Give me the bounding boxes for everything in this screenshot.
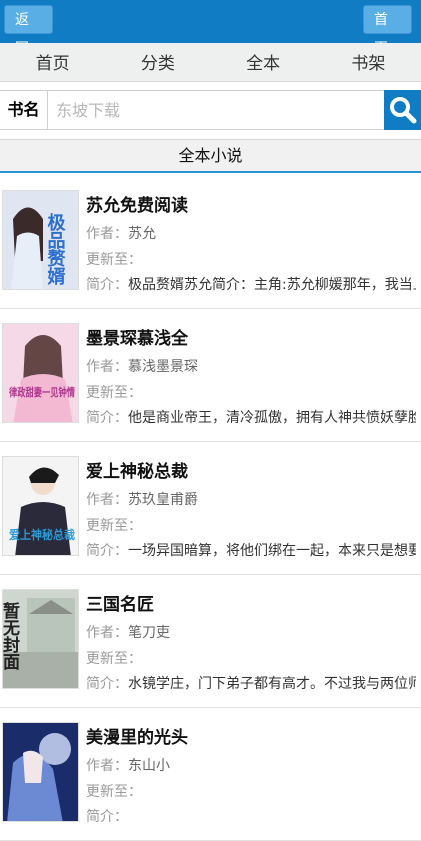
author-value: 苏允 (128, 226, 156, 242)
update-label: 更新至： (86, 784, 142, 800)
intro-value: 一场异国暗算，将他们绑在一起，本来只是想要... (128, 543, 416, 559)
author-value: 东山小 (128, 758, 170, 774)
book-update: 更新至： (86, 515, 142, 535)
book-update: 更新至： (86, 648, 142, 668)
cover-title: 爱上神秘总裁 (9, 527, 75, 542)
search-icon (390, 97, 417, 124)
intro-value: 水镜学庄，门下弟子都有高才。不过我与两位师... (128, 676, 416, 692)
book-item[interactable]: 暂无封面 三国名匠 作者：笔刀吏 更新至： 简介：水镜学庄，门下弟子都有高才。不… (0, 575, 421, 708)
book-title[interactable]: 三国名匠 (86, 590, 154, 615)
nav-item-category[interactable]: 分类 (105, 43, 210, 81)
nav-item-complete[interactable]: 全本 (211, 43, 316, 81)
book-item[interactable]: 律政甜妻一见钟情 墨景琛慕浅全 作者：慕浅墨景琛 更新至： 简介：他是商业帝王，… (0, 309, 421, 442)
book-cover[interactable]: 极品赘婿 (2, 190, 79, 290)
book-item[interactable]: 极品赘婿 苏允免费阅读 作者：苏允 更新至： 简介：极品赘婿苏允简介：主角:苏允… (0, 176, 421, 309)
author-value: 慕浅墨景琛 (128, 359, 198, 375)
author-value: 苏玖皇甫爵 (128, 492, 198, 508)
author-label: 作者： (86, 625, 128, 641)
book-author: 作者：慕浅墨景琛 (86, 356, 198, 376)
nav-item-bookshelf[interactable]: 书架 (316, 43, 421, 81)
book-author: 作者：苏允 (86, 223, 156, 243)
author-label: 作者： (86, 492, 128, 508)
search-input[interactable] (50, 91, 382, 129)
book-intro: 简介：一场异国暗算，将他们绑在一起，本来只是想要... (86, 540, 416, 560)
intro-label: 简介： (86, 809, 128, 825)
book-intro: 简介：极品赘婿苏允简介：主角:苏允柳媛那年，我当上... (86, 274, 416, 294)
author-value: 笔刀吏 (128, 625, 170, 641)
section-title: 全本小说 (0, 139, 421, 173)
book-author: 作者：苏玖皇甫爵 (86, 489, 198, 509)
update-label: 更新至： (86, 252, 142, 268)
book-update: 更新至： (86, 249, 142, 269)
intro-label: 简介： (86, 410, 128, 426)
intro-label: 简介： (86, 676, 128, 692)
home-button[interactable]: 首页 (363, 5, 412, 57)
update-label: 更新至： (86, 518, 142, 534)
book-cover[interactable]: 律政甜妻一见钟情 (2, 323, 79, 423)
book-title[interactable]: 墨景琛慕浅全 (86, 324, 188, 349)
author-label: 作者： (86, 758, 128, 774)
intro-value: 他是商业帝王，清冷孤傲，拥有人神共愤妖孽脸... (128, 410, 416, 426)
book-item[interactable]: 爱上神秘总裁 爱上神秘总裁 作者：苏玖皇甫爵 更新至： 简介：一场异国暗算，将他… (0, 442, 421, 575)
search-label: 书名 (0, 91, 48, 129)
nav-item-home[interactable]: 首页 (0, 43, 105, 81)
book-item[interactable]: 美漫里的光头 作者：东山小 更新至： 简介： (0, 708, 421, 841)
author-label: 作者： (86, 359, 128, 375)
main-nav: 首页 分类 全本 书架 (0, 43, 421, 82)
book-intro: 简介： (86, 806, 416, 826)
cover-title: 极品赘婿 (45, 213, 67, 286)
intro-value: 极品赘婿苏允简介：主角:苏允柳媛那年，我当上... (128, 277, 416, 293)
intro-label: 简介： (86, 543, 128, 559)
top-bar: 返回 首页 (0, 0, 421, 57)
author-label: 作者： (86, 226, 128, 242)
update-label: 更新至： (86, 385, 142, 401)
book-update: 更新至： (86, 382, 142, 402)
book-intro: 简介：他是商业帝王，清冷孤傲，拥有人神共愤妖孽脸... (86, 407, 416, 427)
search-bar: 书名 (0, 90, 421, 130)
cover-title: 律政甜妻一见钟情 (8, 385, 75, 399)
book-intro: 简介：水镜学庄，门下弟子都有高才。不过我与两位师... (86, 673, 416, 693)
update-label: 更新至： (86, 651, 142, 667)
book-title[interactable]: 爱上神秘总裁 (86, 457, 188, 482)
book-title[interactable]: 美漫里的光头 (86, 723, 188, 748)
book-list: 极品赘婿 苏允免费阅读 作者：苏允 更新至： 简介：极品赘婿苏允简介：主角:苏允… (0, 176, 421, 841)
book-author: 作者：东山小 (86, 755, 170, 775)
cover-title: 暂无封面 (3, 601, 21, 671)
search-button[interactable] (384, 90, 421, 130)
intro-label: 简介： (86, 277, 128, 293)
book-author: 作者：笔刀吏 (86, 622, 170, 642)
back-button[interactable]: 返回 (4, 5, 53, 57)
book-update: 更新至： (86, 781, 142, 801)
book-title[interactable]: 苏允免费阅读 (86, 191, 188, 216)
book-cover[interactable]: 爱上神秘总裁 (2, 456, 79, 556)
book-cover[interactable] (2, 722, 79, 822)
book-cover[interactable]: 暂无封面 (2, 589, 79, 689)
